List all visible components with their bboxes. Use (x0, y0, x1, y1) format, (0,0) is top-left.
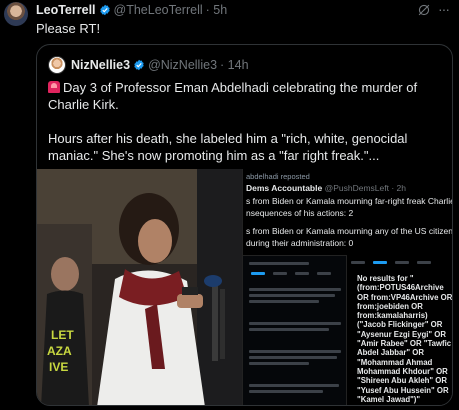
siren-icon (48, 81, 60, 93)
author-name[interactable]: LeoTerrell (36, 3, 96, 17)
svg-text:AZA: AZA (47, 344, 72, 358)
tweet-text: Please RT! (36, 21, 101, 36)
quoted-tweet[interactable]: NizNellie3 @NizNellie3 · 14h Day 3 of Pr… (36, 44, 453, 406)
quoted-author-avatar[interactable] (48, 56, 66, 74)
screenshot-line1: s from Biden or Kamala mourning far-righ… (246, 196, 453, 206)
quoted-text-line1: Day 3 of Professor Eman Abdelhadi celebr… (48, 80, 418, 112)
quoted-text-line2: Hours after his death, she labeled him a… (48, 131, 408, 163)
verified-badge-icon (99, 4, 110, 16)
quoted-tweet-text: Day 3 of Professor Eman Abdelhadi celebr… (48, 79, 448, 164)
quoted-author-name[interactable]: NizNellie3 (71, 58, 130, 72)
screenshot-line2: nsequences of his actions: 2 (246, 208, 354, 218)
grok-icon[interactable] (417, 3, 431, 17)
quoted-tweet-header: NizNellie3 @NizNellie3 · 14h (71, 58, 249, 72)
screenshot-line4: during their administration: 0 (246, 238, 354, 248)
verified-badge-icon (134, 59, 144, 71)
screenshot-right: No results for "(from:POTUS46Archive OR … (347, 255, 453, 405)
svg-text:IVE: IVE (49, 360, 68, 374)
screenshot-middle (242, 255, 347, 405)
screenshot-account-handle: @PushDemsLeft · 2h (324, 183, 406, 193)
screenshot-reposted: abdelhadi reposted (246, 172, 310, 181)
author-handle[interactable]: @TheLeoTerrell (114, 3, 203, 17)
screenshot-account: Dems Accountable @PushDemsLeft · 2h (246, 183, 406, 193)
svg-text:LET: LET (51, 328, 74, 342)
screenshot-tabs (351, 259, 451, 267)
screenshot-no-results-text: No results for "(from:POTUS46Archive OR … (357, 274, 453, 404)
screenshot-top: abdelhadi reposted Dems Accountable @Pus… (242, 169, 453, 255)
screenshot-line3: s from Biden or Kamala mourning any of t… (246, 226, 453, 236)
screenshot-account-name: Dems Accountable (246, 183, 323, 193)
quoted-tweet-time[interactable]: · 14h (220, 58, 249, 72)
quoted-author-handle[interactable]: @NizNellie3 (148, 58, 217, 72)
author-avatar[interactable] (4, 2, 28, 26)
more-icon[interactable]: ··· (438, 2, 450, 16)
tweet-time[interactable]: · 5h (206, 3, 228, 17)
tweet-header: LeoTerrell @TheLeoTerrell · 5h (36, 3, 227, 17)
quoted-media[interactable]: LET AZA IVE abdelhadi reposted Dems Acco… (37, 169, 453, 405)
